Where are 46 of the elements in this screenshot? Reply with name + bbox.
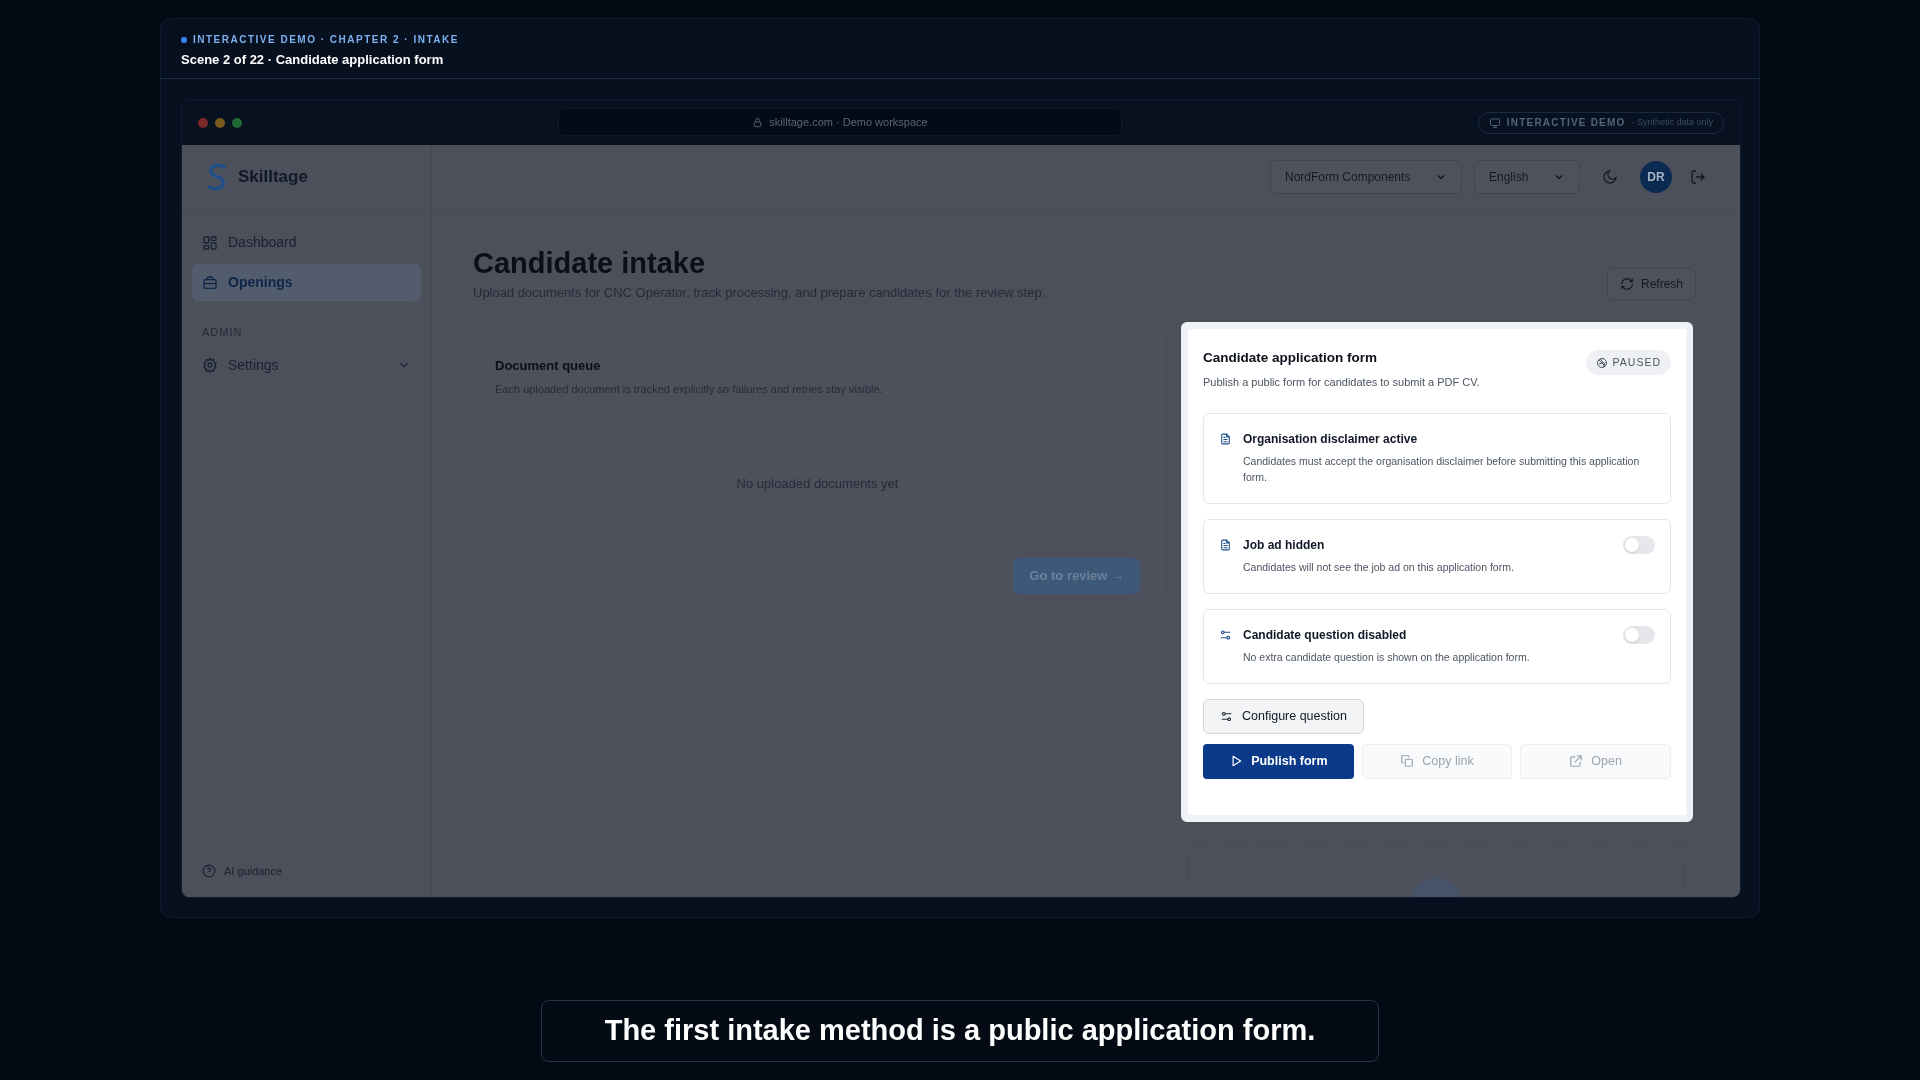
sliders-icon: [1220, 709, 1233, 723]
toggle-switch[interactable]: [1623, 535, 1655, 554]
briefcase-icon: [202, 274, 218, 291]
sidebar-item[interactable]: Openings: [192, 264, 421, 301]
settings-icon: [202, 357, 218, 373]
panel-title: Candidate application form: [1203, 349, 1379, 367]
refresh-icon: [1619, 277, 1634, 291]
monitor-icon: [1488, 116, 1501, 129]
secondary-button[interactable]: Open: [1520, 743, 1671, 779]
brand-name: Skilltage: [238, 166, 308, 189]
paused-icon: [1595, 356, 1608, 369]
setting-title: Organisation disclaimer active: [1243, 430, 1419, 448]
sliders-icon: [1219, 627, 1232, 642]
logout-icon[interactable]: [1690, 169, 1706, 185]
grid-icon: [202, 234, 218, 251]
workspace-select[interactable]: NordForm Components: [1270, 160, 1462, 194]
address-bar[interactable]: skilltage.com · Demo workspace: [558, 108, 1122, 136]
document-icon: [1219, 431, 1232, 446]
copy-icon: [1400, 754, 1415, 769]
caption: The first intake method is a public application form.: [541, 1000, 1379, 1062]
document-icon: [1219, 537, 1232, 552]
scene-title: Scene 2 of 22 · Candidate application form: [181, 51, 445, 69]
setting-title: Job ad hidden: [1243, 536, 1326, 554]
external-link-icon: [1569, 754, 1584, 769]
panel-description: Publish a public form for candidates to submit a PDF CV.: [1203, 375, 1480, 391]
configure-question-button[interactable]: Configure question: [1203, 698, 1364, 734]
help-icon: [202, 863, 216, 878]
dark-mode-icon[interactable]: [1602, 169, 1618, 185]
play-icon: [1229, 754, 1244, 769]
refresh-button[interactable]: Refresh: [1606, 268, 1696, 300]
setting-description: Candidates will not see the job ad on this application form.: [1243, 559, 1515, 575]
setting-description: Candidates must accept the organisation disclaimer before submitting this application form.: [1243, 453, 1641, 485]
setting-description: No extra candidate question is shown on the application form.: [1243, 649, 1531, 665]
card-title: Document queue: [495, 356, 602, 375]
page-title: Candidate intake: [473, 246, 707, 281]
setting-title: Candidate question disabled: [1243, 626, 1408, 644]
secondary-button[interactable]: Copy link: [1361, 743, 1513, 779]
status-badge: PAUSED: [1585, 350, 1671, 375]
toggle-switch[interactable]: [1623, 625, 1655, 644]
lock-icon: [752, 116, 764, 128]
badge-label: INTERACTIVE DEMO: [1506, 116, 1626, 130]
user-avatar[interactable]: DR: [1640, 161, 1672, 193]
demo-eyebrow: INTERACTIVE DEMO · CHAPTER 2 · INTAKE: [193, 33, 459, 47]
address-text: skilltage.com · Demo workspace: [769, 114, 928, 130]
primary-button[interactable]: Publish form: [1203, 743, 1354, 779]
language-select[interactable]: English: [1474, 160, 1580, 194]
